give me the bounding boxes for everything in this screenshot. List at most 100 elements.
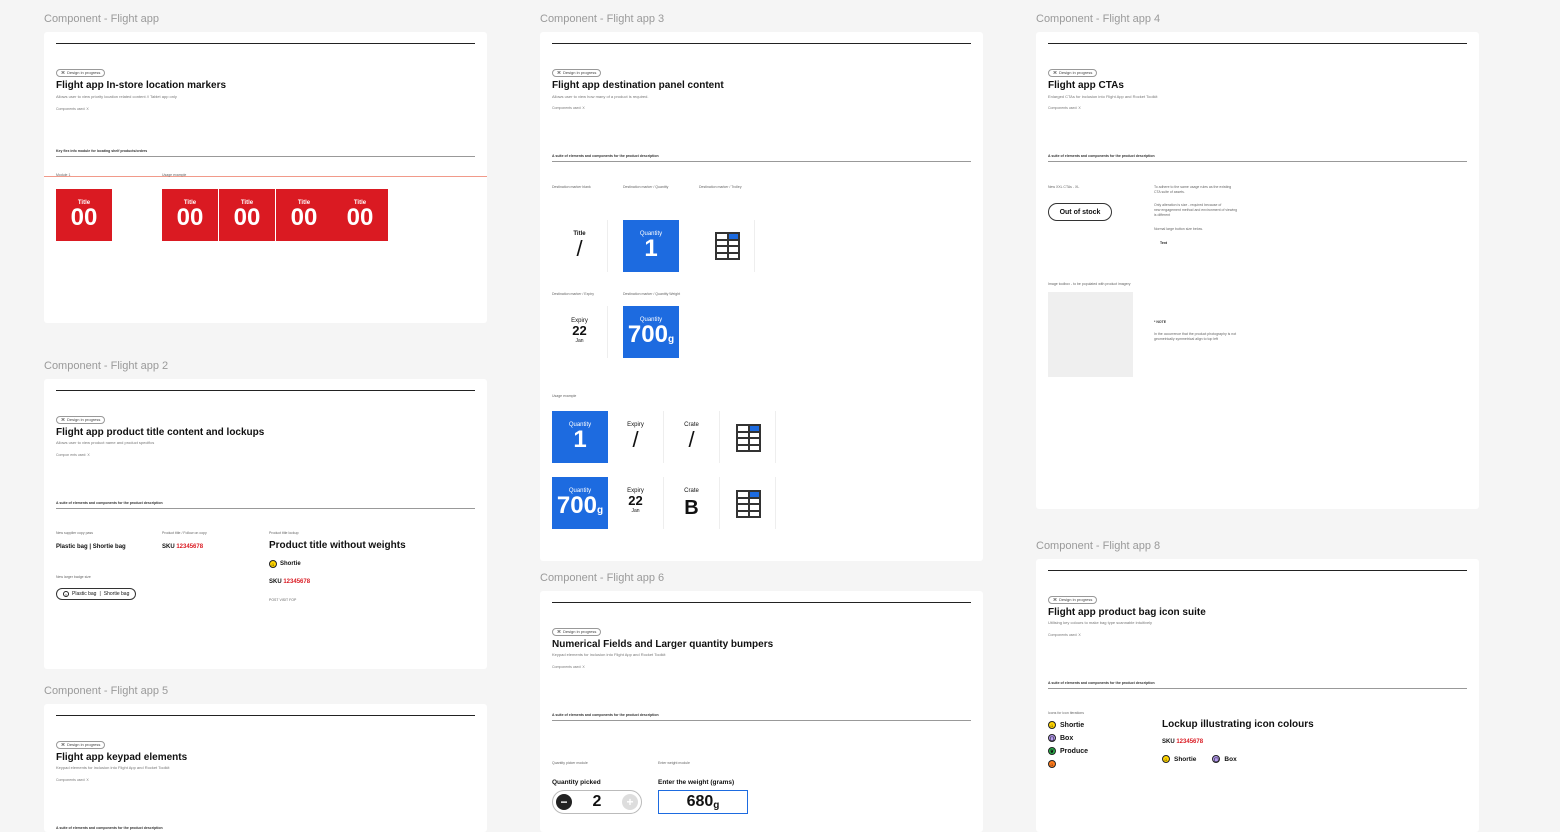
location-marker: Title 00 [162,189,218,241]
produce-bag-icon: ❦ [1048,747,1056,755]
bag-icon-shortie: ⌂ Shortie [1048,721,1084,729]
note-text: To adhere to the same usage rules as the… [1154,185,1232,189]
location-marker: Title 00 [276,189,332,241]
section-label: Key flex info module for locating shelf … [56,149,148,153]
pill-label: Design in progress [563,70,597,75]
frame-flight-app-4[interactable]: ⌘ Design in progress Flight app CTAs Enla… [1036,32,1479,509]
frame-meta: Components used: X [1048,106,1081,110]
sku-label: SKU [269,579,282,585]
frame-title: Flight app product title content and loc… [56,427,265,438]
frame-flight-app-6[interactable]: ⌘ Design in progress Numerical Fields and… [540,591,983,832]
status-pill: ⌘ Design in progress [552,69,602,77]
section-label: A suite of elements and components for t… [552,154,659,158]
qty-label: Quantity picked [552,779,601,786]
frame-flight-app-1[interactable]: ⌘ Design in progress Flight app In-store … [44,32,487,323]
top-rule [56,715,475,716]
frame-title: Numerical Fields and Larger quantity bum… [552,639,774,650]
tile-value: B [684,497,699,519]
frame-meta: Components used: X [56,107,89,111]
frame-flight-app-8[interactable]: ⌘ Design in progress Flight app product b… [1036,559,1479,832]
status-pill: ⌘ Design in progress [56,741,106,749]
design-icon: ⌘ [557,70,561,75]
tile-value: 700 [627,321,668,348]
tile-day: 22 [628,493,643,508]
bag-icon: ⌂ [63,591,69,597]
bag-icon-orange: ⌂ [1048,760,1056,768]
note-head: * NOTE [1154,320,1167,324]
note-text: is different [1154,213,1171,217]
tile-value: 1 [573,426,587,453]
col-label: Product title lockup [269,531,299,535]
plus-button[interactable]: + [622,794,638,810]
product-title: Product title without weights [269,540,406,551]
weight-input[interactable]: 680 g [658,790,748,814]
frame-label-6[interactable]: Component - Flight app 6 [540,572,664,584]
destination-tile-expiry: Expiry 22 Jan [552,306,608,358]
pill-label: Design in progress [67,417,101,422]
section-label: A suite of elements and components for t… [1048,154,1155,158]
sku-value: 12345678 [283,579,311,585]
bag-icon: ⌂ [269,560,277,568]
lockup-title: Lockup illustrating icon colours [1162,719,1314,730]
tile-day: 22 [572,323,587,338]
frame-label-2[interactable]: Component - Flight app 2 [44,360,168,372]
out-of-stock-button[interactable]: Out of stock [1048,203,1112,221]
frame-flight-app-5[interactable]: ⌘ Design in progress Flight app keypad el… [44,704,487,832]
guide-line [44,176,487,177]
frame-flight-app-3[interactable]: ⌘ Design in progress Flight app destinati… [540,32,983,561]
frame-label-8[interactable]: Component - Flight app 8 [1036,540,1160,552]
bag-badge: ⌂ Plastic bag | Shortie bag [56,588,137,600]
pill-label: Design in progress [1059,597,1093,602]
top-rule [1048,43,1467,44]
frame-label-5[interactable]: Component - Flight app 5 [44,685,168,697]
top-rule [552,43,971,44]
frame-label-4[interactable]: Component - Flight app 4 [1036,13,1160,25]
col-label: Destination marker blank [552,185,591,189]
section-label: A suite of elements and components for t… [1048,681,1155,685]
col-label: New larger badge size [56,575,91,579]
tile-month: Jan [631,508,640,514]
pill-label: Design in progress [563,629,597,634]
separator: | [99,591,101,597]
sku-label: SKU [1162,739,1175,745]
col-label: Quantity picker module [552,761,588,765]
frame-meta: Components used: X [552,106,585,110]
frame-label-3[interactable]: Component - Flight app 3 [540,13,664,25]
trolley-grid-icon [715,232,740,260]
section-rule [1048,688,1467,689]
tile-unit: g [596,505,604,516]
trolley-grid-icon [736,490,761,518]
col-label: Destination marker / Trolley [699,185,742,189]
frame-flight-app-2[interactable]: ⌘ Design in progress Flight app product t… [44,379,487,669]
shortie-bag-icon: ⌂ [1048,721,1056,729]
lockup-icons: ⌂ Shortie ▢ Box [1162,755,1237,763]
quantity-stepper[interactable]: − 2 + [552,790,642,814]
weight-label: Enter the weight (grams) [658,779,735,786]
status-pill: ⌘ Design in progress [1048,69,1098,77]
sku-value: 12345678 [1176,739,1204,745]
status-pill: ⌘ Design in progress [1048,596,1098,604]
sku-value: 12345678 [176,544,204,550]
tile-unit: g [667,334,675,345]
marker-value: 00 [346,204,374,231]
bag-label: Box [1224,755,1237,763]
usage-label: Usage example [552,394,577,398]
destination-tile-trolley [720,477,776,529]
destination-tile-weight: Quantity 700g [552,477,608,529]
sku-line: SKU 12345678 [1162,739,1203,745]
quantity-value: 2 [592,793,602,810]
small-cta[interactable]: Text [1160,241,1167,245]
bag-text: Shortie bag [92,544,126,550]
col-label: Destination marker / Quantity Weight [623,292,681,296]
pill-label: Design in progress [67,70,101,75]
minus-button[interactable]: − [556,794,572,810]
tile-value: 1 [644,235,658,262]
frame-meta: Components used: X [1048,633,1081,637]
shortie-bag-icon: ⌂ [1162,755,1170,763]
frame-title: Flight app CTAs [1048,80,1124,91]
destination-tile-crate: Crate / [664,411,720,463]
location-marker: Title 00 [56,189,112,241]
bag-text: Plastic bag [56,544,88,550]
frame-subtitle: Allows user to view how many of a produc… [552,94,649,99]
frame-label-1[interactable]: Component - Flight app [44,13,159,25]
